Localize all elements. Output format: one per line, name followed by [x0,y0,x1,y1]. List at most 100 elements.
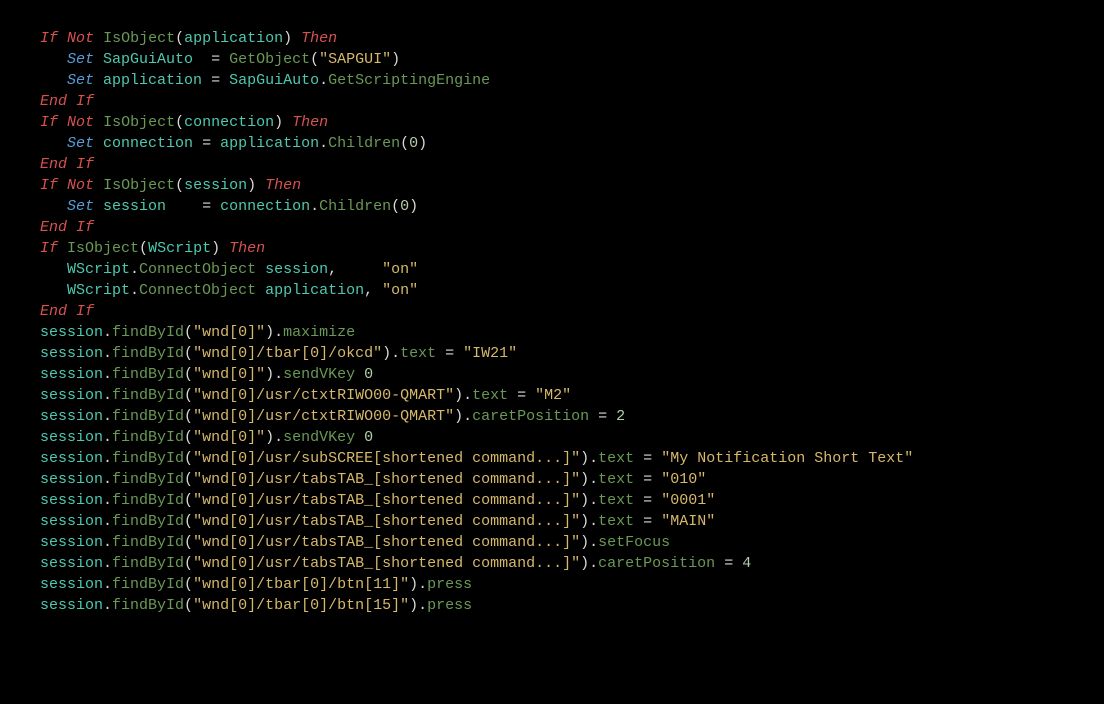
code-token [58,114,67,131]
code-line: session.findById("wnd[0]/usr/tabsTAB_[sh… [40,492,715,509]
code-token: findById [112,534,184,551]
code-token: If [40,240,58,257]
code-token: 0 [364,366,373,383]
code-token: = [634,471,661,488]
code-token: Children [319,198,391,215]
code-line: session.findById("wnd[0]").sendVKey 0 [40,429,373,446]
code-token: caretPosition [472,408,589,425]
code-token: . [310,198,319,215]
code-token: 0 [400,198,409,215]
code-token: session [40,324,103,341]
code-token: . [319,72,328,89]
code-token [67,156,76,173]
code-token: maximize [283,324,355,341]
code-token: ). [580,450,598,467]
code-token: ) [391,51,400,68]
code-line: session.findById("wnd[0]/tbar[0]/okcd").… [40,345,517,362]
code-line: session.findById("wnd[0]").sendVKey 0 [40,366,373,383]
code-token: setFocus [598,534,670,551]
code-token: If [76,93,94,110]
code-token: session [40,408,103,425]
code-token: session [40,429,103,446]
code-token: . [103,555,112,572]
code-token: = [436,345,463,362]
code-token: ) [409,198,418,215]
code-token: ( [184,450,193,467]
code-token: session [40,513,103,530]
code-token: findById [112,324,184,341]
code-token [355,429,364,446]
code-token: text [598,450,634,467]
code-token: End [40,93,67,110]
code-token: ( [400,135,409,152]
code-token: . [130,261,139,278]
code-token: "wnd[0]/usr/tabsTAB_[shortened command..… [193,492,580,509]
code-token: Set [67,198,94,215]
code-token: Set [67,51,94,68]
code-token: ( [184,597,193,614]
code-token: session [40,576,103,593]
code-token: "wnd[0]/usr/ctxtRIWO00-QMART" [193,387,454,404]
code-token [94,135,103,152]
code-token: "wnd[0]/usr/tabsTAB_[shortened command..… [193,513,580,530]
code-token: End [40,156,67,173]
code-token: = [508,387,535,404]
code-token: "wnd[0]" [193,366,265,383]
code-token: findById [112,345,184,362]
code-token: session [265,261,328,278]
code-token: findById [112,492,184,509]
code-token: ) [247,177,265,194]
code-token: "SAPGUI" [319,51,391,68]
code-token: IsObject [103,177,175,194]
code-token: Children [328,135,400,152]
code-line: session.findById("wnd[0]").maximize [40,324,355,341]
code-token: ( [175,30,184,47]
code-token: connection [103,135,193,152]
code-token: If [40,30,58,47]
code-line: End If [40,93,94,110]
code-snippet: If Not IsObject(application) Then Set Sa… [0,0,1104,616]
code-token: "wnd[0]/usr/tabsTAB_[shortened command..… [193,555,580,572]
code-token [40,135,67,152]
code-token: ( [175,177,184,194]
code-token: . [103,324,112,341]
code-token: application [103,72,202,89]
code-token: GetObject [229,51,310,68]
code-token [94,30,103,47]
code-token: ). [454,408,472,425]
code-token: "wnd[0]/usr/subSCREE[shortened command..… [193,450,580,467]
code-token: ( [175,114,184,131]
code-token: ( [139,240,148,257]
code-token: . [103,576,112,593]
code-token [94,51,103,68]
code-token: findById [112,429,184,446]
code-token: ( [184,324,193,341]
code-token: findById [112,408,184,425]
code-token: Not [67,114,94,131]
code-token: text [400,345,436,362]
code-token [94,72,103,89]
code-token: WScript [67,282,130,299]
code-token: IsObject [103,30,175,47]
code-token: = [634,513,661,530]
code-token: Then [292,114,328,131]
code-token: findById [112,555,184,572]
code-token: ). [265,366,283,383]
code-line: session.findById("wnd[0]/tbar[0]/btn[15]… [40,597,472,614]
code-token: ). [580,513,598,530]
code-token: . [103,429,112,446]
code-token: session [40,366,103,383]
code-token: findById [112,471,184,488]
code-token: application [265,282,364,299]
code-token: Set [67,72,94,89]
code-token [355,366,364,383]
code-token: 4 [742,555,751,572]
code-token: "010" [661,471,706,488]
code-line: If Not IsObject(session) Then [40,177,301,194]
code-token: = [634,450,661,467]
code-line: session.findById("wnd[0]/usr/ctxtRIWO00-… [40,387,571,404]
code-line: session.findById("wnd[0]/usr/tabsTAB_[sh… [40,513,715,530]
code-token [40,198,67,215]
code-line: session.findById("wnd[0]/usr/tabsTAB_[sh… [40,471,706,488]
code-token: application [220,135,319,152]
